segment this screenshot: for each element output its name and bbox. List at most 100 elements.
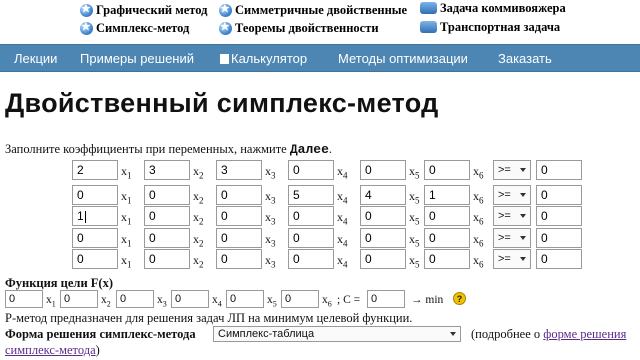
coef-input[interactable]: 0 [216,228,262,248]
rhs-input[interactable]: 0 [536,249,582,269]
sign-select[interactable]: >= [493,206,531,226]
sign-select[interactable]: >= [493,160,531,180]
coef-input[interactable]: 0 [360,228,406,248]
coef-input[interactable]: 0 [288,249,334,269]
nav-optimization-methods[interactable]: Методы оптимизации [338,51,468,66]
coef-input[interactable]: 0 [216,249,262,269]
link-transport-problem[interactable]: Транспортная задача [420,19,560,35]
coef-input[interactable]: 3 [144,160,190,180]
form-info-link-cont[interactable]: симплекс-метода [5,343,96,357]
nav-calculator[interactable]: Калькулятор [220,51,307,66]
coef-input[interactable]: 0 [424,228,470,248]
objective-coef-input[interactable]: 0 [60,290,98,308]
rhs-input[interactable]: 0 [536,160,582,180]
objective-coef-input[interactable]: 0 [116,290,154,308]
page-title: Двойственный симплекс-метод [5,88,439,118]
rhs-input[interactable]: 0 [536,228,582,248]
coef-input[interactable]: 0 [144,206,190,226]
coef-input[interactable]: 0 [360,249,406,269]
help-icon[interactable]: ? [453,292,466,305]
coef-input[interactable]: 0 [424,206,470,226]
link-simplex-method[interactable]: Симплекс-метод [80,20,189,36]
rhs-input[interactable]: 0 [536,206,582,226]
link-symmetric-dual[interactable]: Симметричные двойственные [219,2,407,18]
var-index: 3 [271,195,276,206]
coef-input[interactable]: 0 [360,206,406,226]
solution-form-note: (подробнее о форме решения [471,327,626,342]
var-index: 5 [415,238,420,249]
link-label[interactable]: Симплекс-метод [96,21,189,36]
link-graphical-method[interactable]: Графический метод [80,2,208,18]
sign-select[interactable]: >= [493,228,531,248]
objective-var-label: x5 [267,294,277,308]
solution-form-select[interactable]: Симплекс-таблица [213,326,461,342]
coef-input[interactable]: 0 [288,206,334,226]
link-label[interactable]: Задача коммивояжера [440,1,566,16]
coef-input[interactable]: 1 [72,206,118,226]
method-description: P-метод предназначен для решения задач Л… [5,311,413,325]
nav-lectures[interactable]: Лекции [14,51,57,66]
coef-input[interactable]: 0 [72,249,118,269]
coef-input[interactable]: 0 [144,228,190,248]
coef-input[interactable]: 4 [360,185,406,205]
text-caret [85,211,86,223]
var-label: x5 [409,189,420,205]
var-label: x1 [121,253,132,269]
var-index: 6 [479,259,484,270]
coef-input[interactable]: 0 [144,185,190,205]
instruction-end: . [328,142,332,156]
chevron-down-icon [520,168,526,172]
coef-input[interactable]: 0 [216,185,262,205]
coef-input[interactable]: 1 [424,185,470,205]
sign-select[interactable]: >= [493,185,531,205]
objective-row: 0 x1 0 x2 0 x3 0 x4 0 x5 0 x6; C = 0 → min? [5,290,635,310]
var-index: 4 [343,170,348,181]
link-duality-theorems[interactable]: Теоремы двойственности [219,20,379,36]
objective-coef-input[interactable]: 0 [226,290,264,308]
rhs-input[interactable]: 0 [536,185,582,205]
coef-input[interactable]: 0 [288,228,334,248]
coef-input[interactable]: 0 [288,160,334,180]
link-label[interactable]: Транспортная задача [440,20,560,35]
top-links: Графический метод Симметричные двойствен… [0,0,640,42]
instruction-text: Заполните коэффициенты при переменных, н… [5,142,332,157]
objective-var-label: x6 [322,294,332,308]
nav-examples[interactable]: Примеры решений [80,51,194,66]
var-index: 1 [127,170,132,181]
nav-calculator-label[interactable]: Калькулятор [231,51,307,66]
var-label: x2 [193,253,204,269]
coef-input[interactable]: 0 [360,160,406,180]
var-label: x3 [265,210,276,226]
var-index: 2 [199,216,204,227]
coef-input[interactable]: 2 [72,160,118,180]
coef-input[interactable]: 5 [288,185,334,205]
coef-input[interactable]: 0 [72,228,118,248]
coef-input[interactable]: 0 [424,160,470,180]
link-label[interactable]: Графический метод [96,3,208,18]
var-index: 3 [271,170,276,181]
coef-input[interactable]: 0 [216,206,262,226]
objective-coef-input[interactable]: 0 [171,290,209,308]
objective-coef-input[interactable]: 0 [5,290,43,308]
note-prefix: (подробнее о [471,327,544,341]
constant-input[interactable]: 0 [367,290,405,308]
var-label: x5 [409,210,420,226]
var-label: x3 [265,232,276,248]
link-label[interactable]: Теоремы двойственности [235,21,379,36]
chevron-down-icon [450,332,456,336]
objective-coef-input[interactable]: 0 [281,290,319,308]
globe-icon [80,20,93,35]
var-index: 5 [415,259,420,270]
coef-input[interactable]: 3 [216,160,262,180]
coef-input[interactable]: 0 [72,185,118,205]
coef-input[interactable]: 0 [144,249,190,269]
objective-var-label: x4 [212,294,222,308]
nav-order[interactable]: Заказать [498,51,552,66]
var-index: 6 [479,216,484,227]
link-label[interactable]: Симметричные двойственные [235,3,407,18]
link-tsp[interactable]: Задача коммивояжера [420,0,566,16]
coef-input[interactable]: 0 [424,249,470,269]
sign-select[interactable]: >= [493,249,531,269]
constraint-row: 0 x1 0 x2 0 x3 0 x4 0 x5 0 x6 >= 0 [72,228,592,250]
form-info-link[interactable]: форме решения [543,327,626,341]
